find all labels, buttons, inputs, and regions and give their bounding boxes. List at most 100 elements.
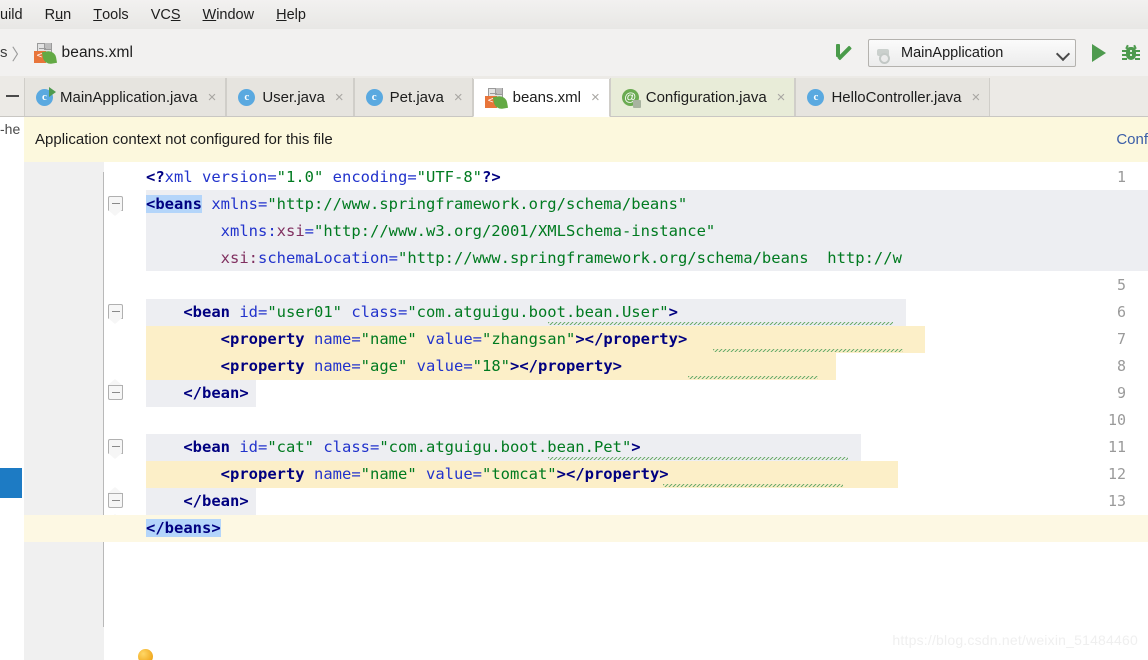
editor-tab-beans-xml[interactable]: < beans.xml × [472,79,610,117]
code-token: </beans> [146,519,221,537]
code-line-1: <?xml version="1.0" encoding="UTF-8"?> [146,164,501,191]
editor-tab-hellocontroller-java[interactable]: c HelloController.java × [795,78,991,116]
fold-marker-line-9[interactable] [108,378,123,400]
code-editor[interactable]: 1234567891011121314 <?xml version="1.0" … [24,162,1148,660]
menu-bar: uild Ru n Tools VC S Window Help [0,0,1148,30]
chevron-down-icon [1057,46,1071,60]
code-token: > [556,465,566,483]
code-token: "name" [360,330,417,348]
code-token: "UTF-8" [416,168,482,186]
run-config-icon [875,45,893,64]
code-line-7: <property name="name" value="zhangsan"><… [146,326,688,353]
inspection-wavy-underline [688,376,818,379]
code-token: name= [304,465,361,483]
fold-marker-line-6[interactable] [108,304,123,324]
inspection-wavy-underline [713,349,903,352]
close-icon[interactable]: × [971,90,981,105]
left-tool-strip: -he [0,117,24,660]
code-token: xmlns: [146,222,277,240]
notification-action-link[interactable]: Conf [1116,131,1148,148]
menu-item-window[interactable]: Window [192,0,266,29]
spring-xml-icon: < [33,42,57,65]
notification-message: Application context not configured for t… [35,131,333,148]
editor-tab-pet-java[interactable]: c Pet.java × [353,78,473,116]
code-token: version= [192,168,277,186]
code-token: </property> [519,357,622,375]
hide-tabs-icon[interactable] [0,76,24,116]
fold-marker-line-13[interactable] [108,486,123,508]
java-class-runnable-icon: c [36,86,56,106]
code-token: </property> [584,330,688,348]
code-token: <bean [183,438,230,456]
editor-tab-mainapplication-java[interactable]: c MainApplication.java × [24,78,227,116]
menu-item-uild[interactable]: uild [0,0,34,29]
code-token: <property [220,330,305,348]
code-token: "cat" [267,438,314,456]
breadcrumb-parent[interactable]: s [0,44,8,61]
play-icon [1092,43,1106,62]
code-token: value= [416,465,482,483]
code-token: id= [230,303,268,321]
code-token: <property [220,465,305,483]
code-token: name= [304,330,361,348]
code-token: <beans [146,195,202,213]
code-token: "tomcat" [481,465,557,483]
code-token: "age" [360,357,408,375]
code-content[interactable]: <?xml version="1.0" encoding="UTF-8"?> <b… [24,162,1148,660]
close-icon[interactable]: × [453,90,463,105]
close-icon[interactable]: × [334,90,344,105]
code-token: name= [304,357,361,375]
fold-marker-line-2[interactable] [108,196,123,216]
make-project-icon[interactable] [828,36,862,70]
editor-tab-configuration-java[interactable]: @ Configuration.java × [609,78,796,116]
editor-tab-user-java[interactable]: c User.java × [226,78,354,116]
code-token: "1.0" [276,168,324,186]
editor-tab-bar: c MainApplication.java × c User.java × c Pet.ja… [0,76,1148,117]
code-token: </bean> [183,384,249,402]
editor-tab-label: beans.xml [512,89,581,106]
code-token: value= [407,357,473,375]
left-strip-selection-marker[interactable] [0,468,22,498]
close-icon[interactable]: × [776,90,786,105]
code-token: "http://www.w3.org/2001/XMLSchema-instan… [314,222,716,240]
code-token: <bean [183,303,230,321]
menu-item-help[interactable]: Help [265,0,317,29]
code-token: id= [230,438,268,456]
notification-bar: Application context not configured for t… [24,117,1148,163]
fold-marker-line-11[interactable] [108,439,123,459]
code-token: "com.atguigu.boot.bean.User" [407,303,669,321]
debug-button[interactable] [1114,38,1148,68]
code-token: "zhangsan" [481,330,576,348]
bug-icon [1122,44,1140,61]
close-icon[interactable]: × [207,90,217,105]
menu-item-run[interactable]: Run [34,0,83,29]
code-token: "user01" [267,303,342,321]
menu-item-tools[interactable]: Tools [82,0,139,29]
menu-item-vcs[interactable]: VC S [140,0,192,29]
code-line-3: xmlns:xsi="http://www.w3.org/2001/XMLSch… [146,218,716,245]
code-token: </bean> [183,492,249,510]
run-configuration-selector[interactable]: MainApplication [868,38,1076,67]
code-token: "http://www.springframework.org/schema/b… [267,195,688,213]
code-token: "name" [360,465,417,483]
inspection-wavy-underline [548,457,848,460]
code-token: <? [146,168,165,186]
code-token: class= [314,438,380,456]
code-token: </property> [565,465,669,483]
java-class-icon: c [365,88,383,106]
code-line-8: <property name="age" value="18"></proper… [146,353,622,380]
code-token: xsi [276,222,305,240]
code-token: "http://www.springframework.org/schema/b… [397,249,902,267]
run-button[interactable] [1084,38,1114,68]
code-token: "com.atguigu.boot.bean.Pet" [379,438,632,456]
watermark: https://blog.csdn.net/weixin_51484460 [892,632,1138,648]
code-line-13: </bean> [146,488,249,515]
editor-gutter[interactable] [24,162,104,660]
breadcrumb-file[interactable]: beans.xml [56,44,134,62]
close-icon[interactable]: × [590,90,600,105]
code-token: class= [341,303,408,321]
